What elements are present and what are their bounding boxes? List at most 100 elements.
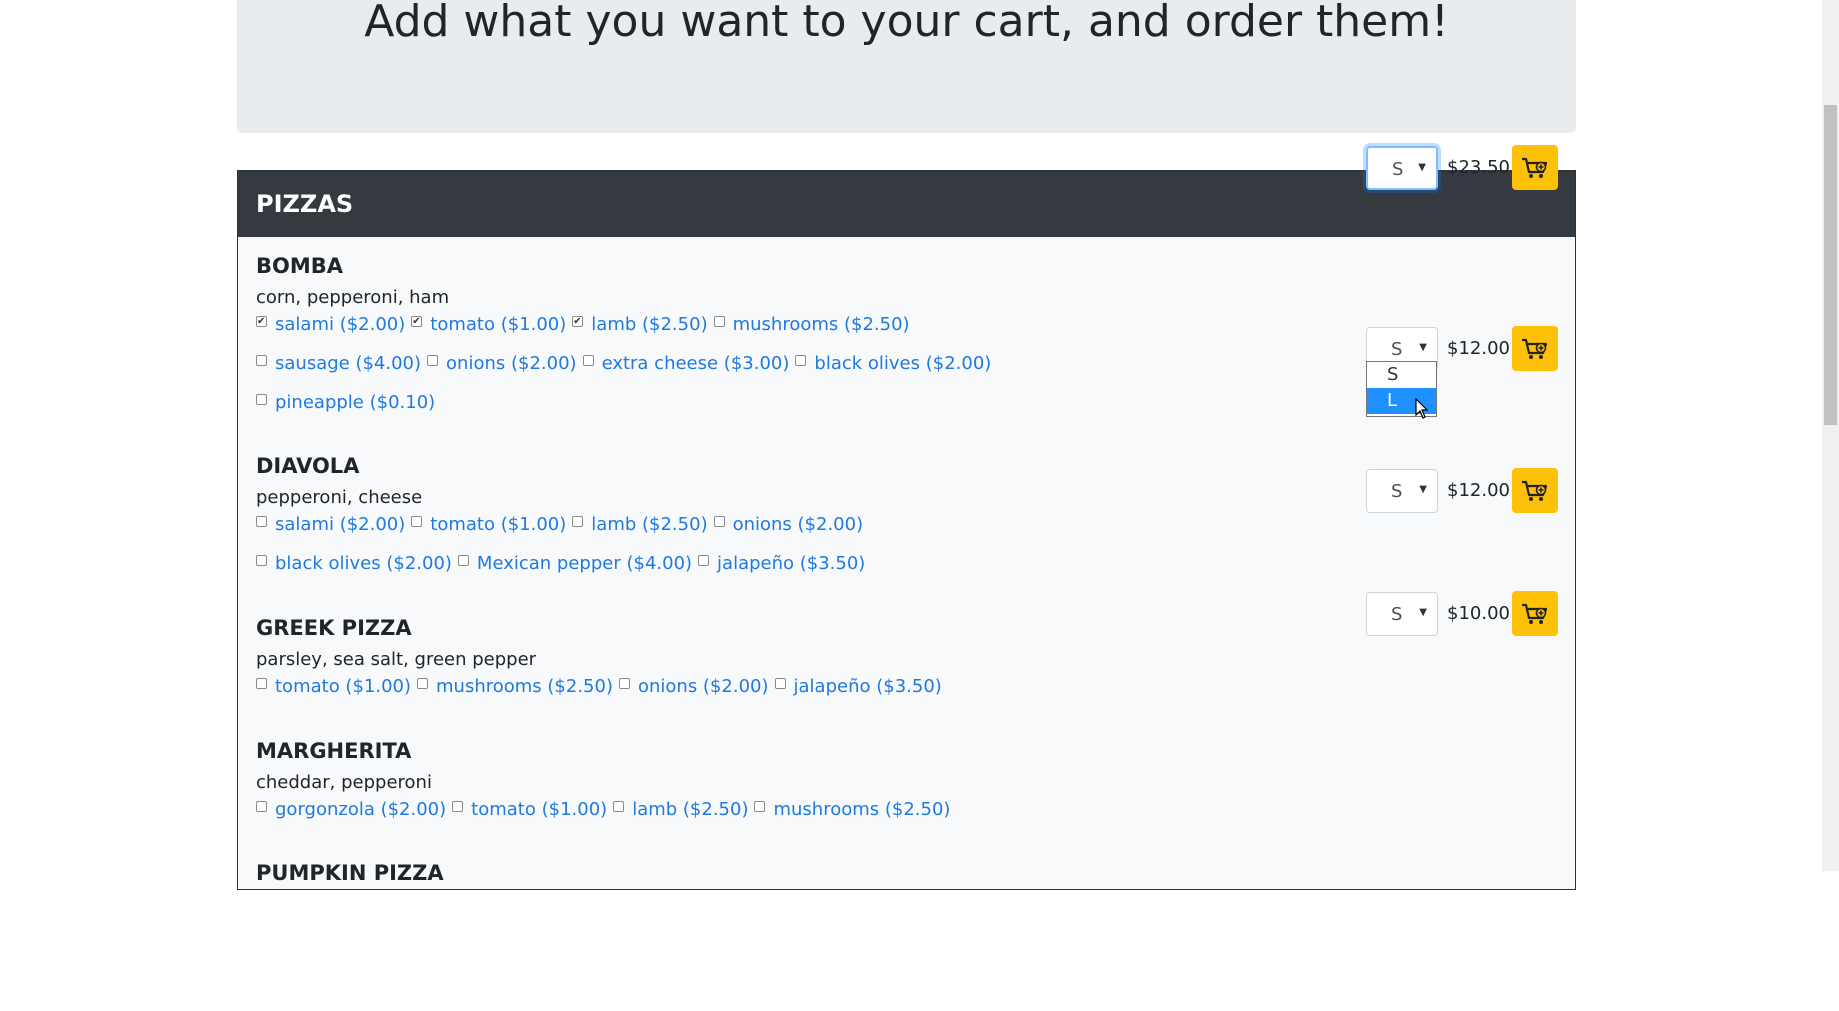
topping-label[interactable]: black olives ($2.00) [814, 353, 991, 374]
topping-checkbox[interactable] [256, 354, 267, 366]
topping-label[interactable]: onions ($2.00) [446, 353, 577, 374]
pizza-description: cheddar, pepperoni [256, 772, 432, 793]
topping-label[interactable]: lamb ($2.50) [591, 314, 707, 335]
topping-option[interactable]: lamb ($2.50) [572, 514, 708, 535]
topping-label[interactable]: onions ($2.00) [638, 676, 769, 697]
topping-checkbox[interactable] [572, 315, 584, 327]
topping-option[interactable]: jalapeño ($3.50) [698, 553, 865, 574]
topping-checkbox[interactable] [411, 515, 423, 527]
topping-option[interactable]: sausage ($4.00) [256, 353, 421, 374]
toppings-list: gorgonzola ($2.00) tomato ($1.00) lamb ($2… [256, 799, 1256, 838]
topping-checkbox[interactable] [256, 393, 267, 405]
add-to-cart-button[interactable] [1512, 326, 1558, 371]
topping-option[interactable]: black olives ($2.00) [256, 553, 452, 574]
topping-option[interactable]: onions ($2.00) [618, 676, 769, 697]
size-select[interactable]: S ▼ [1366, 146, 1438, 190]
topping-option[interactable]: lamb ($2.50) [613, 799, 748, 820]
add-to-cart-button[interactable] [1512, 145, 1558, 190]
pizza-price: $23.50 [1447, 157, 1510, 178]
topping-option[interactable]: gorgonzola ($2.00) [256, 799, 446, 820]
topping-label[interactable]: salami ($2.00) [275, 514, 405, 535]
topping-checkbox[interactable] [256, 554, 267, 566]
topping-option[interactable]: tomato ($1.00) [411, 514, 566, 535]
topping-label[interactable]: gorgonzola ($2.00) [275, 799, 446, 820]
pizza-description: corn, pepperoni, ham [256, 287, 450, 308]
topping-label[interactable]: tomato ($1.00) [430, 314, 566, 335]
topping-label[interactable]: tomato ($1.00) [471, 799, 607, 820]
topping-option[interactable]: salami ($2.00) [256, 514, 405, 535]
topping-checkbox[interactable] [713, 315, 725, 327]
topping-label[interactable]: lamb ($2.50) [591, 514, 707, 535]
toppings-list: salami ($2.00) tomato ($1.00) lamb ($2.50)… [256, 514, 1256, 592]
mouse-cursor-icon [1415, 398, 1429, 419]
page-scrollbar[interactable] [1822, 0, 1839, 871]
topping-label[interactable]: mushrooms ($2.50) [773, 799, 950, 820]
topping-label[interactable]: Mexican pepper ($4.00) [477, 553, 692, 574]
topping-checkbox[interactable] [582, 354, 594, 366]
topping-option[interactable]: jalapeño ($3.50) [774, 676, 942, 697]
toppings-row: salami ($2.00) tomato ($1.00) lamb ($2.50)… [256, 514, 1256, 553]
size-option-s[interactable]: S [1367, 362, 1436, 388]
topping-option[interactable]: mushrooms ($2.50) [713, 314, 910, 335]
chevron-down-icon: ▼ [1419, 607, 1427, 618]
topping-checkbox[interactable] [452, 800, 464, 812]
topping-checkbox[interactable] [256, 315, 267, 327]
topping-checkbox[interactable] [256, 677, 267, 689]
topping-label[interactable]: onions ($2.00) [733, 514, 864, 535]
topping-checkbox[interactable] [572, 515, 584, 527]
size-select[interactable]: S ▼ [1366, 592, 1438, 636]
toppings-list: salami ($2.00) tomato ($1.00) lamb ($2.50)… [256, 314, 1256, 431]
topping-checkbox[interactable] [613, 800, 625, 812]
topping-label[interactable]: sausage ($4.00) [275, 353, 421, 374]
topping-option[interactable]: extra cheese ($3.00) [582, 353, 790, 374]
topping-label[interactable]: jalapeño ($3.50) [794, 676, 942, 697]
topping-option[interactable]: tomato ($1.00) [411, 314, 566, 335]
size-select[interactable]: S ▼ [1366, 469, 1438, 513]
topping-checkbox[interactable] [698, 554, 710, 566]
topping-label[interactable]: pineapple ($0.10) [275, 392, 435, 413]
topping-option[interactable]: mushrooms ($2.50) [754, 799, 950, 820]
topping-option[interactable]: onions ($2.00) [427, 353, 577, 374]
topping-checkbox[interactable] [795, 354, 807, 366]
topping-option[interactable]: mushrooms ($2.50) [417, 676, 613, 697]
topping-checkbox[interactable] [427, 354, 439, 366]
topping-option[interactable]: onions ($2.00) [713, 514, 864, 535]
topping-option[interactable]: lamb ($2.50) [572, 314, 708, 335]
toppings-row: sausage ($4.00) onions ($2.00) extra chees… [256, 353, 1256, 392]
topping-checkbox[interactable] [713, 515, 725, 527]
topping-checkbox[interactable] [457, 554, 469, 566]
topping-checkbox[interactable] [256, 515, 267, 527]
topping-checkbox[interactable] [411, 315, 423, 327]
topping-option[interactable]: tomato ($1.00) [452, 799, 607, 820]
topping-label[interactable]: mushrooms ($2.50) [436, 676, 613, 697]
topping-label[interactable]: tomato ($1.00) [430, 514, 566, 535]
topping-label[interactable]: lamb ($2.50) [632, 799, 748, 820]
topping-label[interactable]: salami ($2.00) [275, 314, 405, 335]
cart-plus-icon [1521, 479, 1549, 503]
topping-label[interactable]: black olives ($2.00) [275, 553, 452, 574]
topping-checkbox[interactable] [417, 677, 429, 689]
topping-label[interactable]: extra cheese ($3.00) [602, 353, 790, 374]
topping-option[interactable]: salami ($2.00) [256, 314, 405, 335]
topping-option[interactable]: pineapple ($0.10) [256, 392, 435, 413]
topping-label[interactable]: tomato ($1.00) [275, 676, 411, 697]
jumbotron-header: Add what you want to your cart, and orde… [237, 0, 1576, 133]
add-to-cart-button[interactable] [1512, 591, 1558, 636]
topping-checkbox[interactable] [256, 800, 267, 812]
topping-checkbox[interactable] [618, 677, 630, 689]
toppings-row: salami ($2.00) tomato ($1.00) lamb ($2.50)… [256, 314, 1256, 353]
pizza-name: PUMPKIN PIZZA [256, 861, 444, 885]
pizza-item: BOMBA corn, pepperoni, ham salami ($2.00) t… [256, 254, 1557, 413]
add-to-cart-button[interactable] [1512, 468, 1558, 513]
topping-option[interactable]: Mexican pepper ($4.00) [457, 553, 692, 574]
scrollbar-thumb[interactable] [1824, 105, 1837, 425]
topping-label[interactable]: jalapeño ($3.50) [717, 553, 865, 574]
topping-option[interactable]: black olives ($2.00) [795, 353, 991, 374]
size-select-value: S [1391, 604, 1403, 625]
topping-checkbox[interactable] [754, 800, 766, 812]
pizza-name: GREEK PIZZA [256, 616, 412, 640]
topping-option[interactable]: tomato ($1.00) [256, 676, 411, 697]
topping-label[interactable]: mushrooms ($2.50) [733, 314, 910, 335]
topping-checkbox[interactable] [774, 677, 786, 689]
pizzas-panel: PIZZAS BOMBAcorn, pepperoni, hamsalami (… [237, 145, 1576, 890]
